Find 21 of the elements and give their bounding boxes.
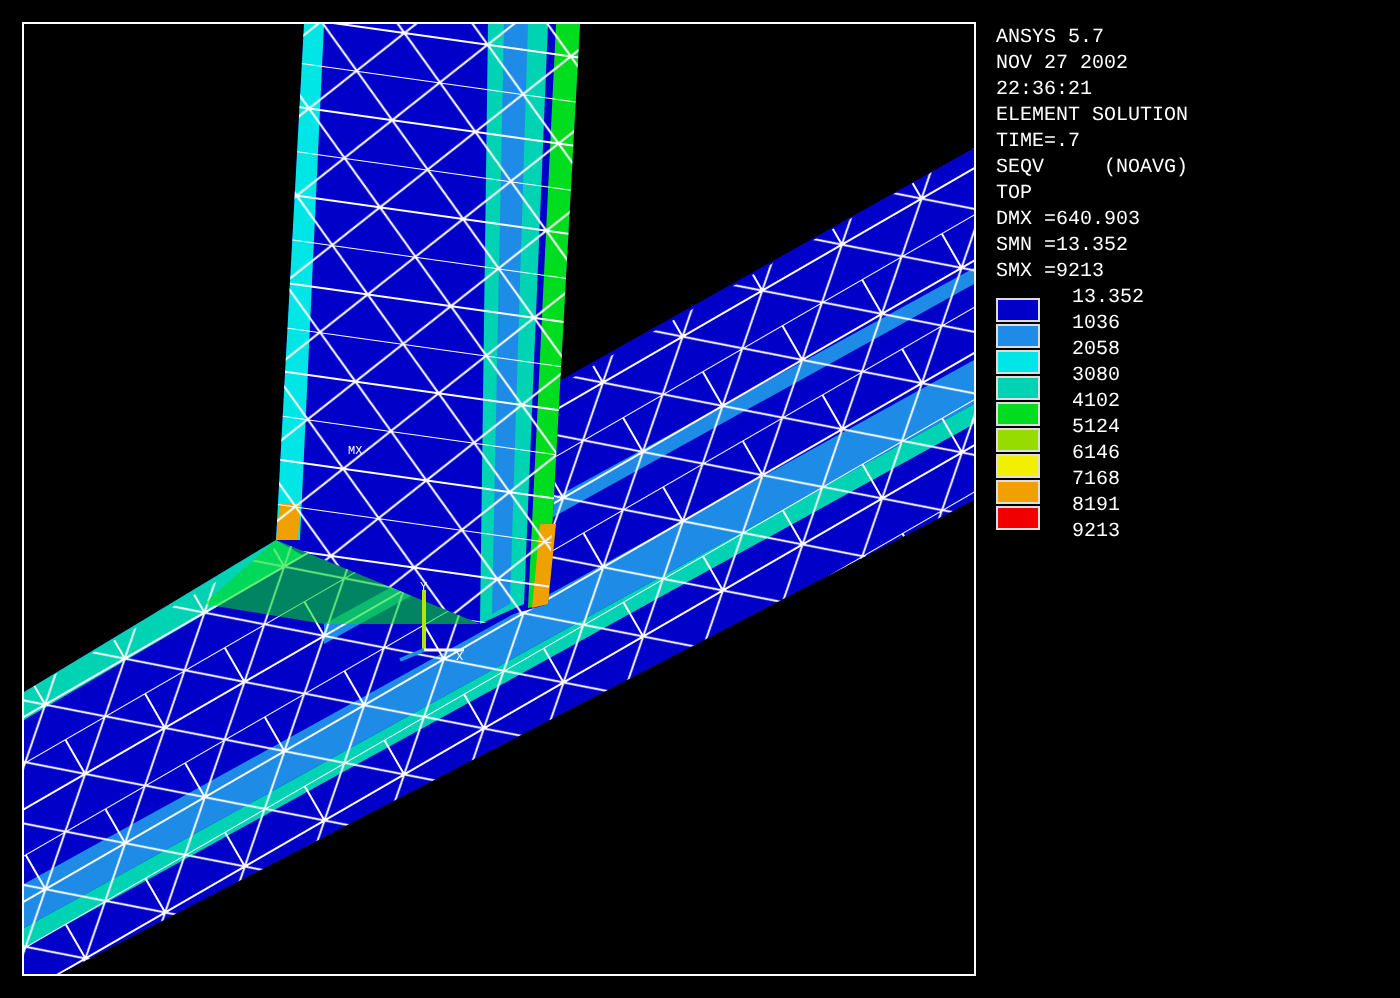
info-text: NOV 27 2002 [996,52,1131,78]
legend-value: 4102 [1072,390,1123,416]
info-text: 22:36:21 [996,78,1095,104]
info-text: SEQV (NOAVG) [996,156,1189,182]
legend-value: 1036 [1072,312,1123,338]
axis-triad-drawing [399,590,464,662]
info-text: SMN =13.352 [996,234,1131,260]
legend-value: 8191 [1072,494,1123,520]
legend-value: 5124 [1072,416,1123,442]
legend-value: 13.352 [1072,286,1147,312]
info-text: TIME=.7 [996,130,1083,156]
legend-value: 6146 [1072,442,1123,468]
info-text: ELEMENT SOLUTION [996,104,1189,130]
info-text: TOP [996,182,1035,208]
info-text: DMX =640.903 [996,208,1143,234]
legend-value: 3080 [1072,364,1123,390]
info-text: SMX =9213 [996,260,1107,286]
legend-value: 9213 [1072,520,1123,546]
legend-value: 7168 [1072,468,1123,494]
legend-value: 2058 [1072,338,1123,364]
info-text: ANSYS 5.7 [996,26,1107,52]
